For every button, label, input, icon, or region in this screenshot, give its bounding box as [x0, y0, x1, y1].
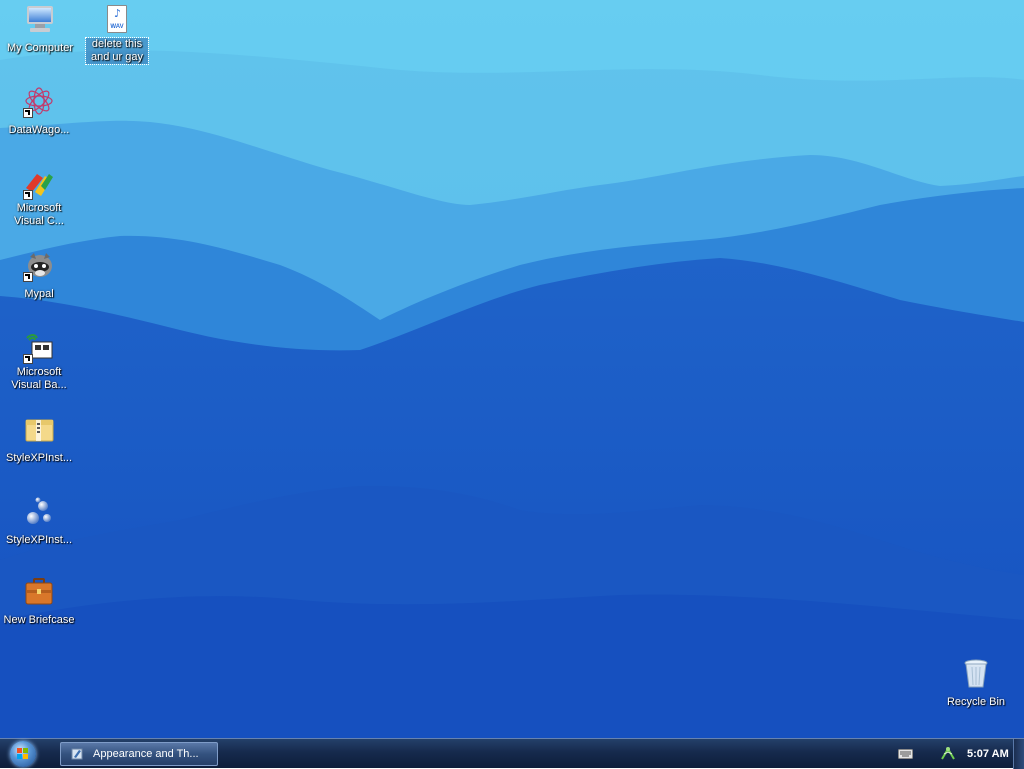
desktop-icon-label: Microsoft Visual Ba...	[11, 366, 67, 391]
desktop-icon-label: delete this and ur gay	[85, 37, 149, 65]
wav-badge: WAV	[110, 24, 124, 30]
shortcut-arrow-icon	[23, 354, 33, 364]
shortcut-arrow-icon	[23, 272, 33, 282]
wallpaper-mountains	[0, 0, 1024, 738]
briefcase-icon	[23, 576, 55, 608]
desktop-icon-label: StyleXPInst...	[5, 452, 73, 464]
show-desktop-button[interactable]	[1013, 739, 1024, 769]
windows-logo-icon	[17, 748, 29, 760]
desktop-icon-label: StyleXPInst...	[5, 534, 73, 546]
my-computer-icon	[24, 4, 56, 36]
desktop-icon-visual-c[interactable]: Microsoft Visual C...	[1, 168, 77, 229]
appearance-control-panel-icon	[71, 748, 83, 760]
wav-file-icon: ♪ WAV	[101, 4, 133, 36]
desktop-icon-visual-basic[interactable]: Microsoft Visual Ba...	[1, 332, 77, 393]
shortcut-arrow-icon	[23, 108, 33, 118]
desktop-icon-label: Microsoft Visual C...	[14, 202, 64, 227]
desktop-icon-mypal[interactable]: Mypal	[1, 250, 77, 302]
clock[interactable]: 5:07 AM	[967, 739, 1009, 769]
datawagon-icon	[23, 86, 55, 118]
zip-folder-icon	[23, 414, 55, 446]
taskbar: Appearance and Th... 5:07 AM	[0, 738, 1024, 769]
desktop-icon-label: New Briefcase	[3, 614, 75, 626]
desktop[interactable]: My Computer ♪ WAV delete this and ur gay…	[0, 0, 1024, 738]
shortcut-arrow-icon	[23, 190, 33, 200]
keyboard-icon[interactable]	[898, 749, 913, 759]
start-button[interactable]	[10, 741, 36, 767]
desktop-icon-stylexp-installer-zip[interactable]: StyleXPInst...	[1, 414, 77, 466]
desktop-icon-label: DataWago...	[8, 124, 70, 136]
desktop-icon-datawagon[interactable]: DataWago...	[1, 86, 77, 138]
desktop-icon-stylexp-installer[interactable]: StyleXPInst...	[1, 496, 77, 548]
visual-basic-icon	[23, 332, 55, 364]
recycle-bin-icon	[960, 658, 992, 690]
desktop-icon-recycle-bin[interactable]: Recycle Bin	[938, 658, 1014, 710]
taskbar-button-label: Appearance and Th...	[93, 748, 199, 760]
stylexp-bubbles-icon	[23, 496, 55, 528]
desktop-icon-new-briefcase[interactable]: New Briefcase	[1, 576, 77, 628]
network-icon[interactable]	[940, 745, 956, 761]
visual-c-icon	[23, 168, 55, 200]
taskbar-button-appearance[interactable]: Appearance and Th...	[60, 742, 218, 766]
desktop-icon-label: My Computer	[6, 42, 74, 54]
desktop-icon-my-computer[interactable]: My Computer	[2, 4, 78, 56]
mypal-raccoon-icon	[23, 250, 55, 282]
desktop-icon-wav-file[interactable]: ♪ WAV delete this and ur gay	[79, 4, 155, 65]
desktop-icon-label: Mypal	[24, 288, 54, 300]
desktop-icon-label: Recycle Bin	[946, 696, 1006, 708]
